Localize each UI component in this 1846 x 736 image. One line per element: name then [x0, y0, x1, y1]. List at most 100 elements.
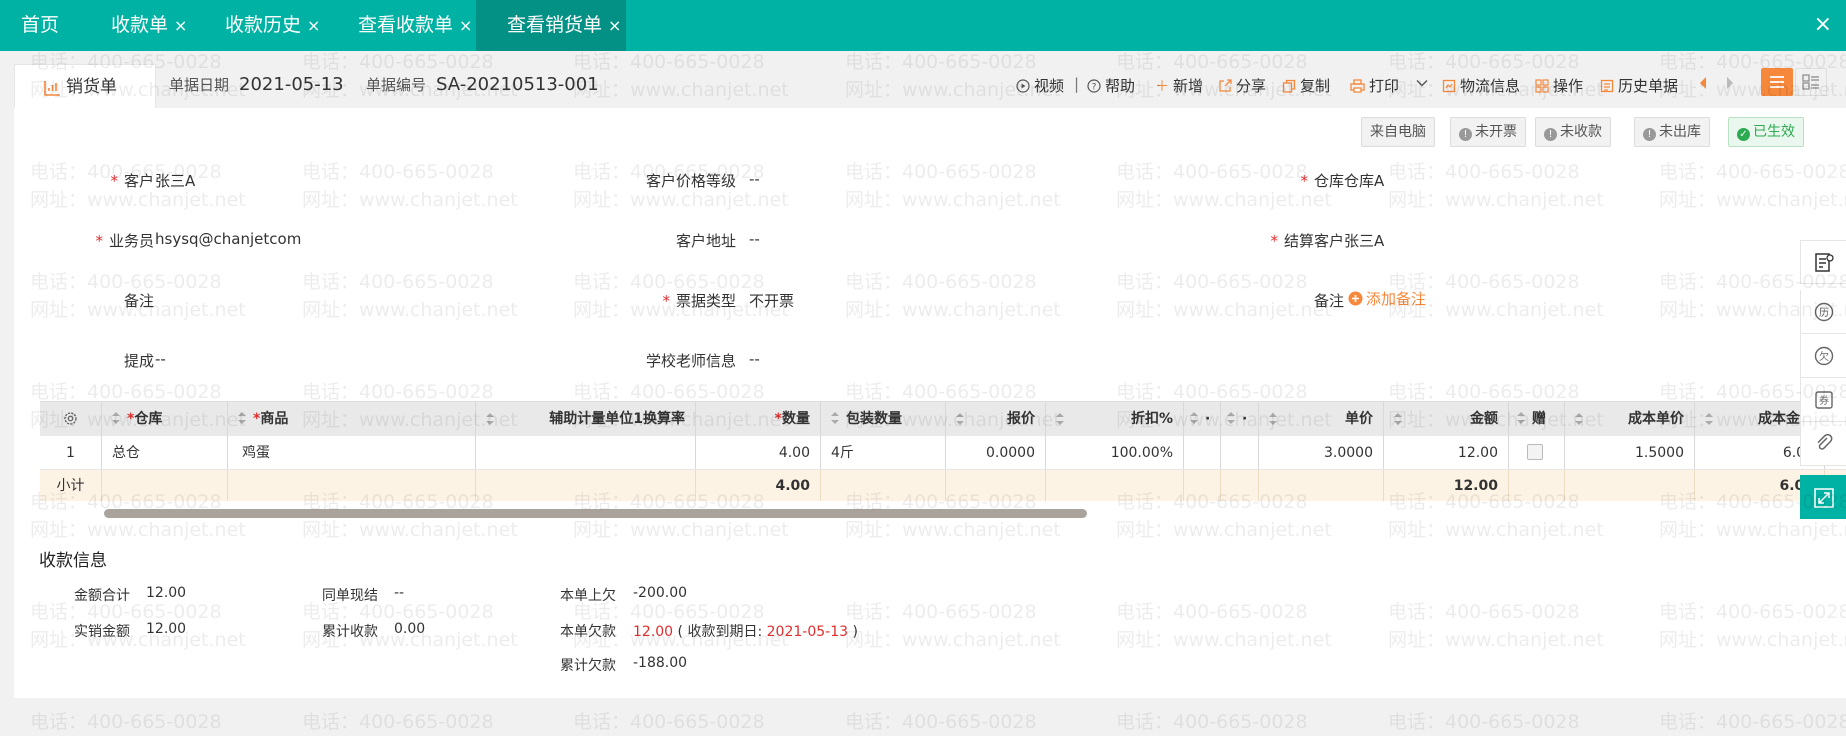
col-gift[interactable]: 赠 [1509, 402, 1565, 436]
sort-icon[interactable] [1575, 413, 1583, 425]
col-product[interactable]: *商品 [228, 402, 476, 436]
doc-title-tab[interactable]: 销货单 [14, 64, 156, 108]
col-aux-unit[interactable]: 辅助计量单位1换算率 [476, 402, 696, 436]
subtotal-amount: 12.00 [1384, 470, 1509, 501]
side-expand-button[interactable] [1800, 475, 1846, 519]
add-remark-label: 添加备注 [1366, 290, 1427, 308]
cell-narrow-1[interactable] [1184, 436, 1221, 469]
copy-button[interactable]: 复制 [1282, 75, 1330, 96]
cell-quote[interactable]: 0.0000 [946, 436, 1046, 469]
toolbar-separator: | [1074, 75, 1080, 93]
teacher-info-label: 学校老师信息 [645, 352, 736, 370]
cell-gift[interactable] [1509, 436, 1565, 469]
col-cost-unit[interactable]: 成本单价 [1565, 402, 1695, 436]
col-amount[interactable]: 金额 [1384, 402, 1509, 436]
tab-view-sales[interactable]: 查看销货单 × [476, 0, 626, 51]
customer-value[interactable]: 张三A [155, 170, 195, 191]
cell-narrow-2[interactable] [1221, 436, 1259, 469]
next-doc-button[interactable] [1725, 76, 1735, 94]
col-narrow-1[interactable]: · [1184, 402, 1221, 436]
col-aux-unit-label: 辅助计量单位1换算率 [549, 411, 685, 427]
col-qty[interactable]: *数量 [696, 402, 821, 436]
cell-aux-unit[interactable] [476, 436, 696, 469]
sort-icon[interactable] [486, 413, 494, 425]
sort-icon[interactable] [1394, 413, 1402, 425]
col-warehouse[interactable]: *仓库 [102, 402, 228, 436]
bill-type-label-text: 票据类型 [675, 292, 736, 310]
window-close-icon[interactable]: × [1814, 14, 1832, 36]
share-button[interactable]: 分享 [1218, 75, 1266, 96]
help-icon: ? [1087, 79, 1101, 93]
list-view-button[interactable] [1761, 68, 1793, 96]
col-narrow-2-label: · [1242, 411, 1248, 427]
price-level-value[interactable]: -- [749, 170, 760, 188]
sort-icon[interactable] [1056, 413, 1064, 425]
teacher-info-value[interactable]: -- [749, 350, 760, 368]
salesman-value[interactable]: hsysq@chanjetcom [155, 230, 301, 248]
cell-amount[interactable]: 12.00 [1384, 436, 1509, 469]
cell-cost-unit[interactable]: 1.5000 [1565, 436, 1695, 469]
side-owe-button[interactable]: 欠 [1800, 334, 1846, 378]
warehouse-value[interactable]: 仓库A [1344, 170, 1384, 191]
history-button[interactable]: 历史单据 [1600, 75, 1678, 96]
actual-amount-value: 12.00 [146, 621, 187, 637]
prev-doc-button[interactable] [1698, 76, 1708, 94]
close-icon[interactable]: × [608, 16, 621, 35]
help-button[interactable]: ? 帮助 [1087, 75, 1135, 96]
column-settings[interactable] [40, 402, 102, 436]
cell-pack-qty[interactable]: 4斤 [821, 436, 946, 469]
print-button[interactable]: 打印 [1350, 75, 1399, 96]
printer-icon [1350, 79, 1365, 93]
logistics-button[interactable]: 物流信息 [1442, 75, 1520, 96]
sort-icon[interactable] [1227, 412, 1235, 424]
side-voucher-button[interactable]: 券 [1800, 378, 1846, 422]
logistics-icon [1442, 79, 1456, 93]
checkbox-icon[interactable] [1527, 444, 1543, 460]
col-qty-label: 数量 [782, 411, 810, 427]
sort-icon[interactable] [1190, 412, 1198, 424]
cell-unit-price[interactable]: 3.0000 [1259, 436, 1384, 469]
side-attachment-button[interactable] [1800, 422, 1846, 466]
sort-icon[interactable] [112, 412, 120, 424]
bill-type-value[interactable]: 不开票 [749, 290, 794, 311]
expand-icon [1814, 488, 1834, 508]
commission-value[interactable]: -- [155, 350, 166, 368]
settle-customer-value[interactable]: 张三A [1344, 230, 1384, 251]
tab-receipt-history[interactable]: 收款历史 × [193, 0, 324, 51]
col-unit-price[interactable]: 单价 [1259, 402, 1384, 436]
sort-icon[interactable] [1517, 412, 1525, 424]
side-form-button[interactable] [1800, 240, 1846, 284]
print-dropdown[interactable] [1415, 75, 1429, 93]
sort-icon[interactable] [1705, 413, 1713, 425]
tab-home[interactable]: 首页 [0, 0, 80, 51]
table-row[interactable]: 1 总仓 鸡蛋 4.00 4斤 0.0000 100.00% 3.0000 12… [40, 436, 1846, 470]
cell-discount[interactable]: 100.00% [1046, 436, 1184, 469]
total-amount-label: 金额合计 [74, 588, 130, 604]
doc-number: 单据编号 SA-20210513-001 [366, 74, 599, 95]
operate-icon [1535, 79, 1549, 93]
col-discount[interactable]: 折扣% [1046, 402, 1184, 436]
cell-qty[interactable]: 4.00 [696, 436, 821, 469]
cell-warehouse[interactable]: 总仓 [102, 436, 228, 469]
address-value[interactable]: -- [749, 230, 760, 248]
col-quote[interactable]: 报价 [946, 402, 1046, 436]
new-button[interactable]: ＋新增 [1155, 75, 1203, 96]
table-horizontal-scrollbar[interactable] [104, 509, 1087, 518]
close-icon[interactable]: × [174, 16, 187, 35]
col-pack-qty[interactable]: 包装数量 [821, 402, 946, 436]
card-view-button[interactable] [1795, 68, 1827, 96]
add-remark-button[interactable]: 添加备注 [1348, 288, 1426, 309]
close-icon[interactable]: × [459, 16, 472, 35]
sort-icon[interactable] [238, 412, 246, 424]
cell-product[interactable]: 鸡蛋 [228, 436, 476, 469]
col-narrow-2[interactable]: · [1221, 402, 1259, 436]
tab-view-receipt[interactable]: 查看收款单 × [324, 0, 476, 51]
tab-receipt[interactable]: 收款单 × [80, 0, 193, 51]
sort-icon[interactable] [956, 413, 964, 425]
video-button[interactable]: 视频 [1016, 75, 1064, 96]
side-history-button[interactable]: 历 [1800, 290, 1846, 334]
sort-icon[interactable] [1269, 413, 1277, 425]
operate-button[interactable]: 操作 [1535, 75, 1583, 96]
close-icon[interactable]: × [307, 16, 320, 35]
sort-icon[interactable] [831, 412, 839, 424]
